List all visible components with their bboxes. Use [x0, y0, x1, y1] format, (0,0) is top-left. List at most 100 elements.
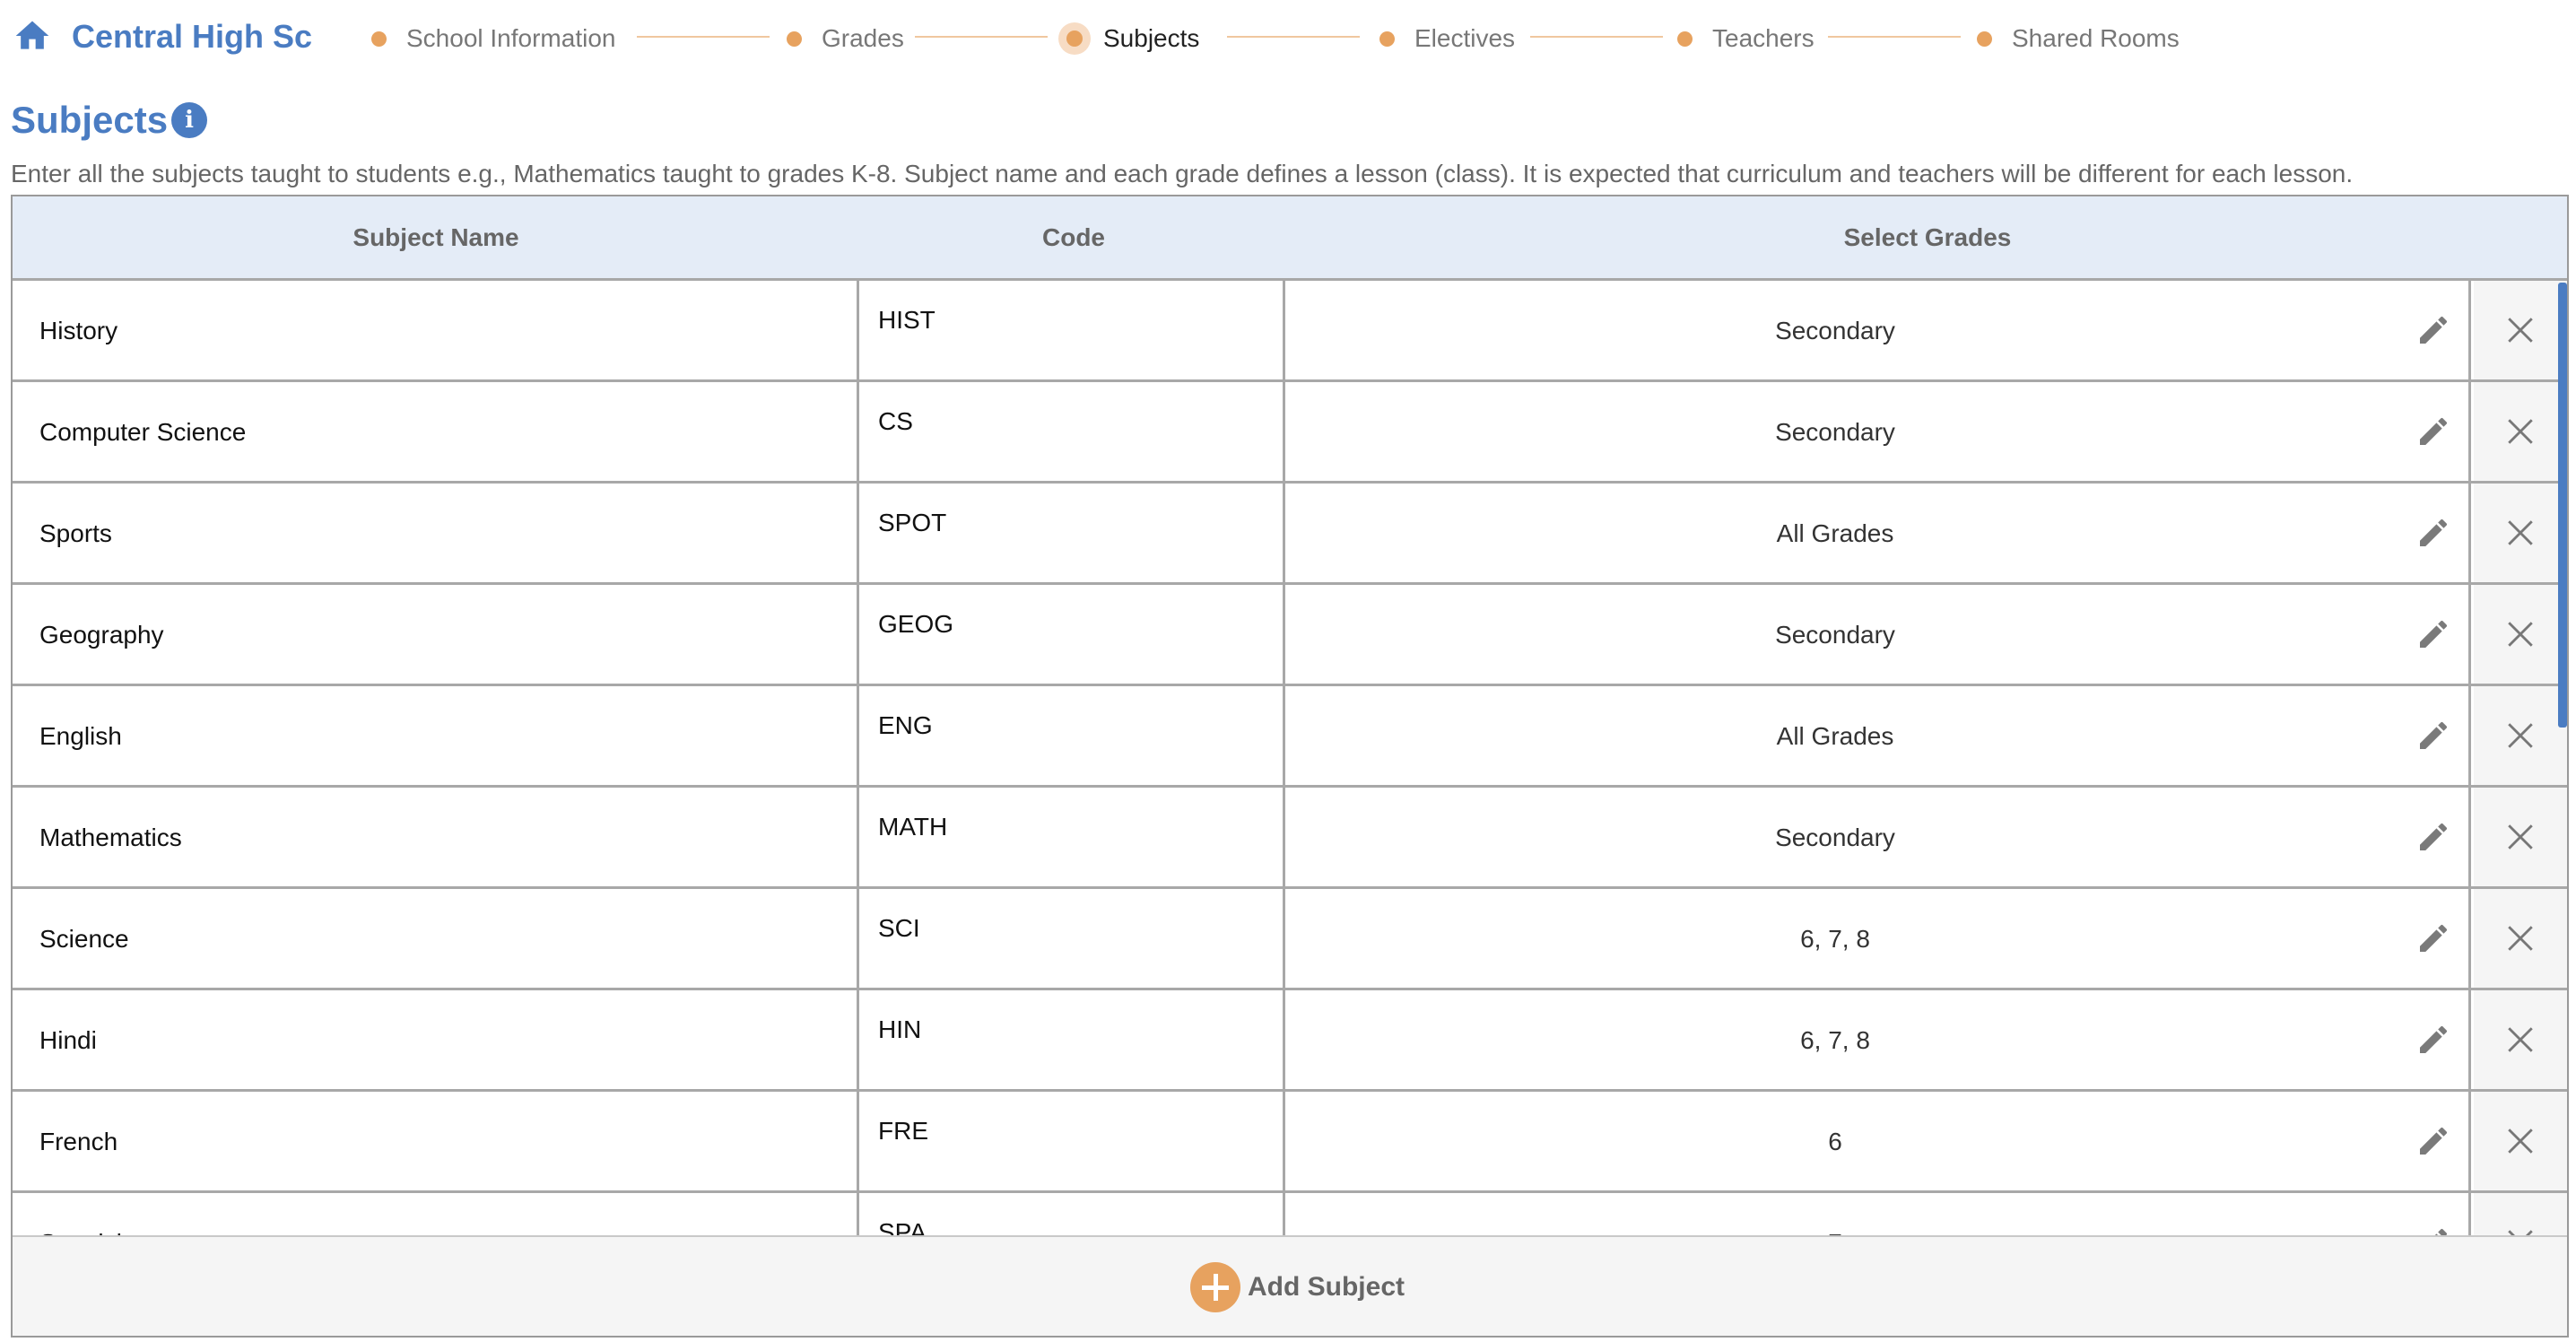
selected-grades: Secondary: [1775, 824, 1895, 851]
add-subject-label: Add Subject: [1248, 1272, 1405, 1302]
subject-name-cell[interactable]: Science: [13, 889, 859, 988]
page-heading: Subjects i: [11, 99, 208, 142]
selected-grades: Secondary: [1775, 317, 1895, 344]
selected-grades: 6: [1828, 1128, 1842, 1155]
step-label: Teachers: [1712, 24, 1815, 52]
subject-name-cell[interactable]: History: [13, 281, 859, 379]
pencil-icon[interactable]: [2411, 1119, 2456, 1163]
subject-code-cell[interactable]: SPOT: [862, 484, 1285, 582]
pencil-icon[interactable]: [2411, 916, 2456, 961]
subject-code: HIST: [878, 306, 936, 334]
scrollbar-thumb[interactable]: [2558, 283, 2567, 728]
step-school-information[interactable]: School Information: [371, 23, 615, 54]
subject-name: Computer Science: [39, 418, 247, 446]
step-subjects[interactable]: Subjects: [1058, 22, 1199, 55]
table-row: Hindi HIN 6, 7, 8: [13, 990, 2567, 1092]
step-dot: [787, 30, 802, 47]
table-body[interactable]: History HIST Secondary Computer Science …: [13, 281, 2567, 1250]
column-header-select-grades: Select Grades: [1843, 223, 2012, 251]
pencil-icon[interactable]: [2411, 612, 2456, 657]
step-dot: [371, 30, 387, 47]
pencil-icon[interactable]: [2411, 308, 2456, 353]
subject-name: English: [39, 722, 122, 750]
delete-cell: [2474, 585, 2567, 684]
subject-name: Sports: [39, 519, 112, 547]
subject-name-cell[interactable]: English: [13, 686, 859, 785]
pencil-icon[interactable]: [2411, 1017, 2456, 1062]
subject-name-cell[interactable]: Mathematics: [13, 788, 859, 886]
table-row: Geography GEOG Secondary: [13, 585, 2567, 686]
step-connector: [1530, 36, 1663, 38]
pencil-icon[interactable]: [2411, 815, 2456, 859]
table-row: Science SCI 6, 7, 8: [13, 889, 2567, 990]
step-dot: [1677, 30, 1693, 47]
close-icon[interactable]: [2498, 815, 2543, 859]
grades-cell: Secondary: [1288, 382, 2471, 481]
subject-code: HIN: [878, 1015, 922, 1043]
subject-code-cell[interactable]: MATH: [862, 788, 1285, 886]
subject-code: GEOG: [878, 610, 954, 638]
selected-grades: 6, 7, 8: [1800, 925, 1870, 953]
subject-code-cell[interactable]: ENG: [862, 686, 1285, 785]
close-icon[interactable]: [2498, 916, 2543, 961]
step-grades[interactable]: Grades: [787, 23, 904, 54]
close-icon[interactable]: [2498, 510, 2543, 555]
pencil-icon[interactable]: [2411, 409, 2456, 454]
step-electives[interactable]: Electives: [1379, 23, 1515, 54]
close-icon[interactable]: [2498, 308, 2543, 353]
subject-name-cell[interactable]: French: [13, 1092, 859, 1190]
selected-grades: Secondary: [1775, 621, 1895, 649]
grades-cell: 6: [1288, 1092, 2471, 1190]
step-label: Grades: [822, 24, 904, 52]
table-row: French FRE 6: [13, 1092, 2567, 1193]
table-footer: Add Subject: [13, 1235, 2567, 1336]
table-row: Computer Science CS Secondary: [13, 382, 2567, 484]
plus-icon: [1190, 1262, 1240, 1312]
pencil-icon[interactable]: [2411, 713, 2456, 758]
subject-name: History: [39, 317, 118, 344]
delete-cell: [2474, 382, 2567, 481]
subject-name: French: [39, 1128, 118, 1155]
step-dot: [1379, 30, 1395, 47]
step-connector: [637, 36, 770, 38]
subject-code-cell[interactable]: CS: [862, 382, 1285, 481]
grades-cell: Secondary: [1288, 788, 2471, 886]
selected-grades: All Grades: [1776, 722, 1894, 750]
step-dot: [1977, 30, 1992, 47]
subject-name-cell[interactable]: Computer Science: [13, 382, 859, 481]
delete-cell: [2474, 484, 2567, 582]
subject-code-cell[interactable]: FRE: [862, 1092, 1285, 1190]
step-label: Electives: [1414, 24, 1516, 52]
subject-code-cell[interactable]: HIST: [862, 281, 1285, 379]
close-icon[interactable]: [2498, 1017, 2543, 1062]
grades-cell: 6, 7, 8: [1288, 889, 2471, 988]
subject-name-cell[interactable]: Geography: [13, 585, 859, 684]
close-icon[interactable]: [2498, 1119, 2543, 1163]
subject-code-cell[interactable]: SCI: [862, 889, 1285, 988]
grades-cell: All Grades: [1288, 686, 2471, 785]
table-row: Sports SPOT All Grades: [13, 484, 2567, 585]
delete-cell: [2474, 788, 2567, 886]
step-shared-rooms[interactable]: Shared Rooms: [1977, 23, 2180, 54]
subject-code: FRE: [878, 1117, 928, 1145]
step-teachers[interactable]: Teachers: [1677, 23, 1815, 54]
selected-grades: 6, 7, 8: [1800, 1026, 1870, 1054]
column-header-code: Code: [1042, 223, 1105, 251]
selected-grades: All Grades: [1776, 519, 1894, 547]
step-connector: [1828, 36, 1961, 38]
pencil-icon[interactable]: [2411, 510, 2456, 555]
home-icon[interactable]: [13, 16, 52, 56]
add-subject-button[interactable]: Add Subject: [1190, 1260, 1405, 1314]
close-icon[interactable]: [2498, 612, 2543, 657]
close-icon[interactable]: [2498, 409, 2543, 454]
close-icon[interactable]: [2498, 713, 2543, 758]
subjects-table: Subject Name Code Select Grades History …: [11, 195, 2569, 1338]
subject-code-cell[interactable]: HIN: [862, 990, 1285, 1089]
school-name[interactable]: Central High Sc: [72, 18, 312, 56]
subject-name-cell[interactable]: Hindi: [13, 990, 859, 1089]
table-row: History HIST Secondary: [13, 281, 2567, 382]
subject-name-cell[interactable]: Sports: [13, 484, 859, 582]
step-label: School Information: [406, 24, 616, 52]
subject-code-cell[interactable]: GEOG: [862, 585, 1285, 684]
info-icon[interactable]: i: [171, 102, 208, 138]
